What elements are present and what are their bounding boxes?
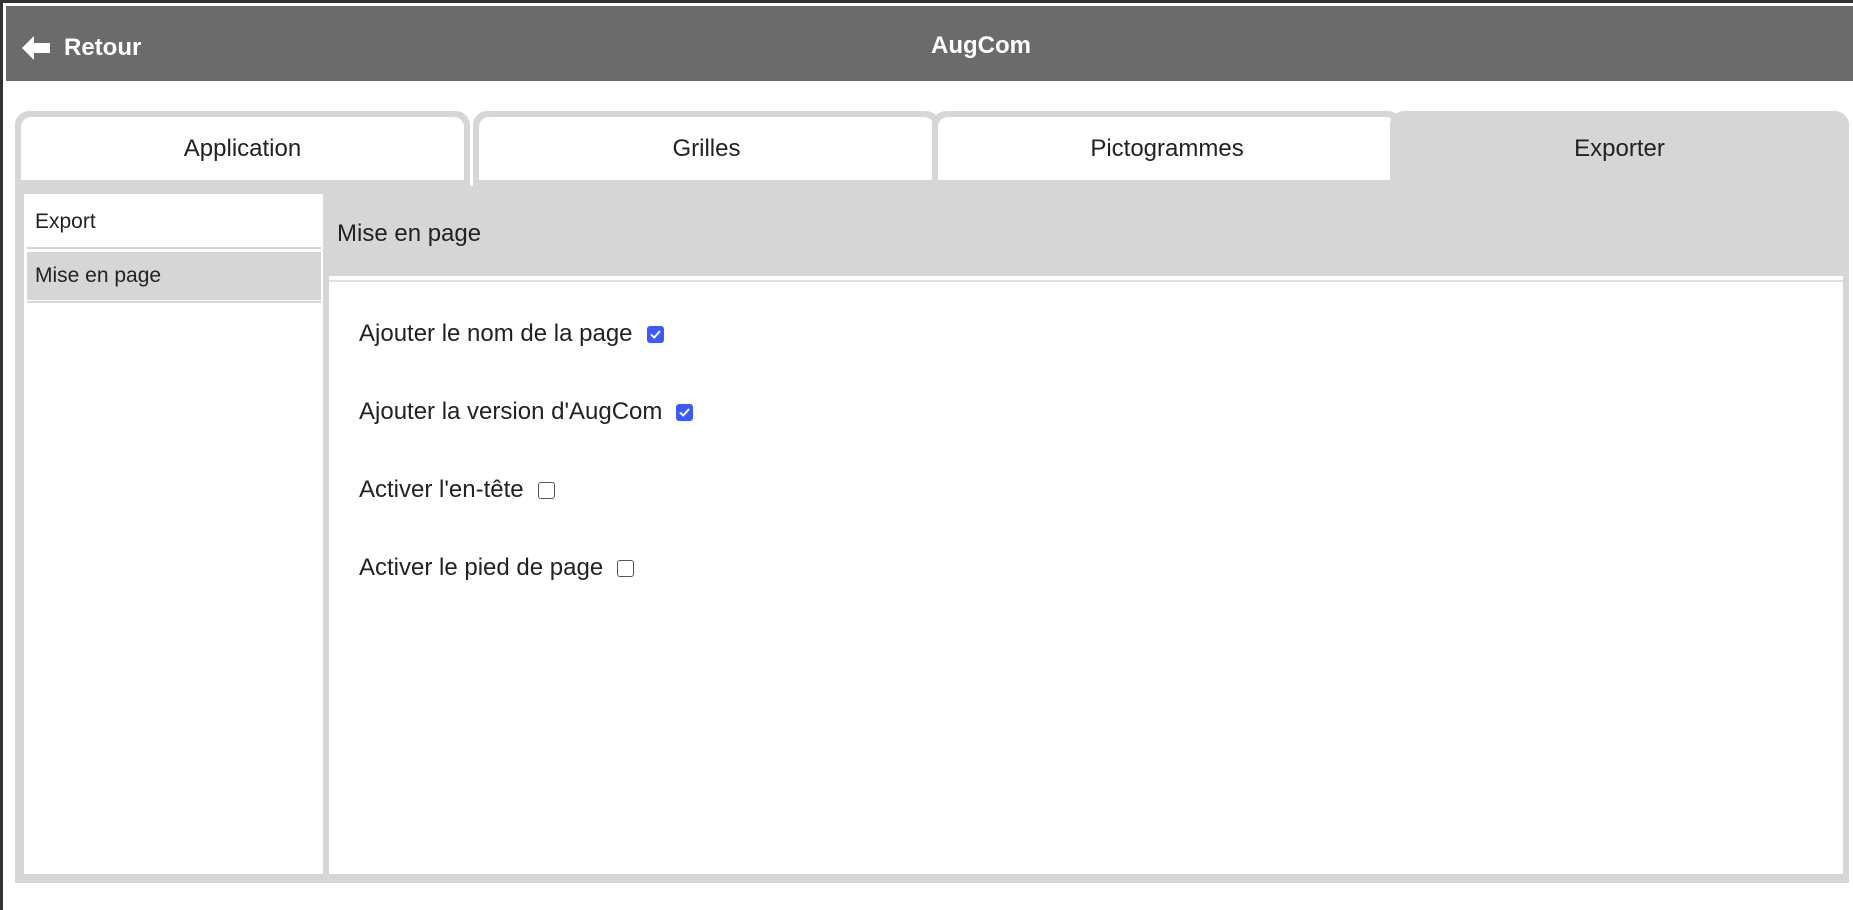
option-label: Activer le pied de page <box>359 554 604 581</box>
option-header: Activer l'en-tête <box>359 472 555 508</box>
tab-label: Pictogrammes <box>938 117 1396 180</box>
app-window: Retour AugCom Application Grilles Pictog… <box>0 0 1853 910</box>
settings-tabs: Application Grilles Pictogrammes Exporte… <box>15 111 1849 186</box>
sidebar-divider <box>27 301 321 303</box>
option-page-name: Ajouter le nom de la page <box>359 316 664 352</box>
tab-label: Grilles <box>479 117 934 180</box>
checkmark-icon <box>649 329 661 339</box>
options-panel: Ajouter le nom de la page Ajouter la ver… <box>329 274 1843 874</box>
content-area: Mise en page Ajouter le nom de la page A… <box>329 194 1843 874</box>
option-footer: Activer le pied de page <box>359 550 635 586</box>
app-title: AugCom <box>931 32 1031 59</box>
tab-label: Application <box>21 117 464 180</box>
option-label: Ajouter la version d'AugCom <box>359 398 663 425</box>
page-name-checkbox[interactable] <box>646 325 664 343</box>
divider <box>329 280 1843 282</box>
tab-pictogrammes[interactable]: Pictogrammes <box>932 111 1402 186</box>
option-label: Activer l'en-tête <box>359 476 524 503</box>
tab-exporter[interactable]: Exporter <box>1390 111 1849 186</box>
footer-checkbox[interactable] <box>617 559 635 577</box>
tab-label: Exporter <box>1396 117 1843 180</box>
tab-panel: Export Mise en page Mise en page Ajouter… <box>15 186 1849 883</box>
sidebar-divider <box>27 247 321 249</box>
section-title: Mise en page <box>329 194 1843 274</box>
checkmark-icon <box>679 407 691 417</box>
tab-grilles[interactable]: Grilles <box>473 111 940 186</box>
header-checkbox[interactable] <box>537 481 555 499</box>
sidebar-item-mise-en-page[interactable]: Mise en page <box>27 252 321 300</box>
sidebar: Export Mise en page <box>24 194 323 874</box>
option-label: Ajouter le nom de la page <box>359 320 633 347</box>
augcom-version-checkbox[interactable] <box>676 403 694 421</box>
sidebar-item-export[interactable]: Export <box>27 198 321 246</box>
top-bar: Retour AugCom <box>6 6 1853 81</box>
option-augcom-version: Ajouter la version d'AugCom <box>359 394 694 430</box>
tab-application[interactable]: Application <box>15 111 470 186</box>
